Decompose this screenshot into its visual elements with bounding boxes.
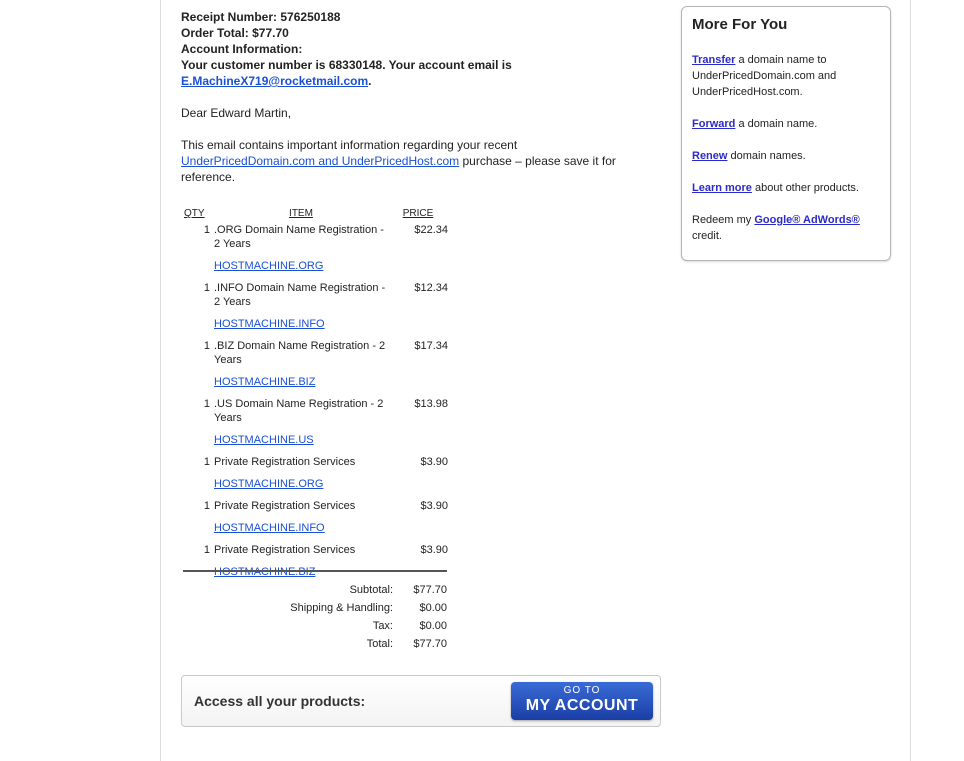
intro-text: This email contains important informatio… (181, 138, 518, 152)
table-row: 1 Private Registration Services HOSTMACHI… (184, 455, 448, 499)
purchase-site-link[interactable]: UnderPricedDomain.com and UnderPricedHos… (181, 154, 459, 168)
access-products-bar: Access all your products: GO TO MY ACCOU… (181, 675, 661, 727)
item-qty: 1 (203, 456, 210, 468)
renew-link[interactable]: Renew (692, 150, 727, 162)
qty-header: QTY (184, 208, 205, 219)
order-total-line: Order Total: $77.70 (181, 25, 661, 41)
tax-label: Tax: (372, 620, 393, 632)
order-total-label: Order Total: (181, 26, 249, 40)
totals-divider (183, 570, 447, 572)
button-top-text: GO TO (563, 685, 601, 696)
shipping-label: Shipping & Handling: (290, 602, 393, 614)
item-desc: .US Domain Name Registration - 2 Years (214, 398, 384, 424)
item-price: $22.34 (414, 224, 448, 236)
learn-more-item: Learn more about other products. (692, 180, 877, 196)
customer-email-text: . Your account email is (382, 58, 512, 72)
item-header: ITEM (289, 208, 313, 219)
learn-more-text: about other products. (754, 182, 859, 194)
transfer-link[interactable]: Transfer (692, 54, 735, 66)
item-desc: Private Registration Services (214, 500, 356, 512)
more-for-you-panel: More For You Transfer a domain name to U… (681, 6, 891, 261)
totals-block: Subtotal: $77.70 Shipping & Handling: $0… (183, 581, 447, 653)
account-info-label: Account Information: (181, 42, 303, 56)
table-row: 1 .ORG Domain Name Registration - 2 Year… (184, 223, 448, 281)
renew-item: Renew domain names. (692, 148, 877, 164)
receipt-main: Receipt Number: 576250188 Order Total: $… (181, 9, 661, 587)
item-qty: 1 (203, 398, 210, 410)
right-frame-border (910, 0, 911, 761)
receipt-number-line: Receipt Number: 576250188 (181, 9, 661, 25)
order-items-table: QTY ITEM PRICE 1 .ORG Domain Name Regist… (184, 207, 448, 587)
total-label: Total: (366, 638, 393, 650)
table-row: 1 .BIZ Domain Name Registration - 2 Year… (184, 339, 448, 397)
item-domain-link[interactable]: HOSTMACHINE.US (214, 433, 388, 447)
item-domain-link[interactable]: HOSTMACHINE.INFO (214, 521, 388, 535)
forward-link[interactable]: Forward (692, 118, 735, 130)
item-price: $3.90 (420, 500, 448, 512)
item-desc: .INFO Domain Name Registration - 2 Years (214, 282, 386, 308)
total-row: Total: $77.70 (183, 635, 447, 653)
table-row: 1 .US Domain Name Registration - 2 Years… (184, 397, 448, 455)
customer-number: 68330148 (328, 58, 383, 72)
item-domain-link[interactable]: HOSTMACHINE.ORG (214, 477, 388, 491)
item-price: $3.90 (420, 456, 448, 468)
tax-value: $0.00 (419, 620, 447, 632)
item-domain-link[interactable]: HOSTMACHINE.BIZ (214, 565, 388, 579)
item-desc: Private Registration Services (214, 456, 356, 468)
renew-text: domain names. (730, 150, 806, 162)
item-qty: 1 (203, 224, 210, 236)
item-price: $13.98 (414, 398, 448, 410)
order-total: $77.70 (252, 26, 289, 40)
shipping-value: $0.00 (419, 602, 447, 614)
item-price: $17.34 (414, 340, 448, 352)
subtotal-row: Subtotal: $77.70 (183, 581, 447, 599)
email-period: . (368, 74, 372, 88)
item-desc: .BIZ Domain Name Registration - 2 Years (214, 340, 386, 366)
learn-more-link[interactable]: Learn more (692, 182, 752, 194)
item-price: $12.34 (414, 282, 448, 294)
item-qty: 1 (203, 500, 210, 512)
adwords-link[interactable]: Google® AdWords® (754, 214, 859, 226)
price-header: PRICE (402, 208, 434, 219)
item-qty: 1 (203, 282, 210, 294)
item-domain-link[interactable]: HOSTMACHINE.ORG (214, 259, 388, 273)
greeting: Dear Edward Martin, (181, 106, 292, 120)
customer-text: Your customer number is (181, 58, 326, 72)
panel-body: Transfer a domain name to UnderPricedDom… (692, 52, 877, 260)
redeem-text: Redeem my (692, 214, 752, 226)
transfer-item: Transfer a domain name to UnderPricedDom… (692, 52, 877, 100)
shipping-row: Shipping & Handling: $0.00 (183, 599, 447, 617)
account-email-link[interactable]: E.MachineX719@rocketmail.com (181, 74, 368, 88)
item-desc: Private Registration Services (214, 544, 356, 556)
go-to-my-account-button[interactable]: GO TO MY ACCOUNT (511, 682, 653, 720)
panel-title: More For You (692, 16, 788, 33)
button-main-text: MY ACCOUNT (525, 697, 639, 714)
total-value: $77.70 (413, 638, 447, 650)
item-qty: 1 (203, 340, 210, 352)
forward-item: Forward a domain name. (692, 116, 877, 132)
tax-row: Tax: $0.00 (183, 617, 447, 635)
left-frame-border (160, 0, 161, 761)
intro-paragraph: This email contains important informatio… (181, 137, 661, 185)
subtotal-value: $77.70 (413, 584, 447, 596)
table-row: 1 Private Registration Services HOSTMACHI… (184, 499, 448, 543)
subtotal-label: Subtotal: (349, 584, 393, 596)
customer-info: Your customer number is 68330148. Your a… (181, 57, 661, 89)
item-domain-link[interactable]: HOSTMACHINE.BIZ (214, 375, 388, 389)
table-row: 1 .INFO Domain Name Registration - 2 Yea… (184, 281, 448, 339)
table-header-row: QTY ITEM PRICE (184, 207, 448, 223)
item-desc: .ORG Domain Name Registration - 2 Years (214, 224, 384, 250)
item-domain-link[interactable]: HOSTMACHINE.INFO (214, 317, 388, 331)
forward-text: a domain name. (738, 118, 818, 130)
receipt-number-label: Receipt Number: (181, 10, 278, 24)
redeem-item: Redeem my Google® AdWords® credit. (692, 212, 877, 244)
credit-text: credit. (692, 230, 722, 242)
access-products-label: Access all your products: (194, 693, 366, 709)
receipt-number: 576250188 (280, 10, 341, 24)
